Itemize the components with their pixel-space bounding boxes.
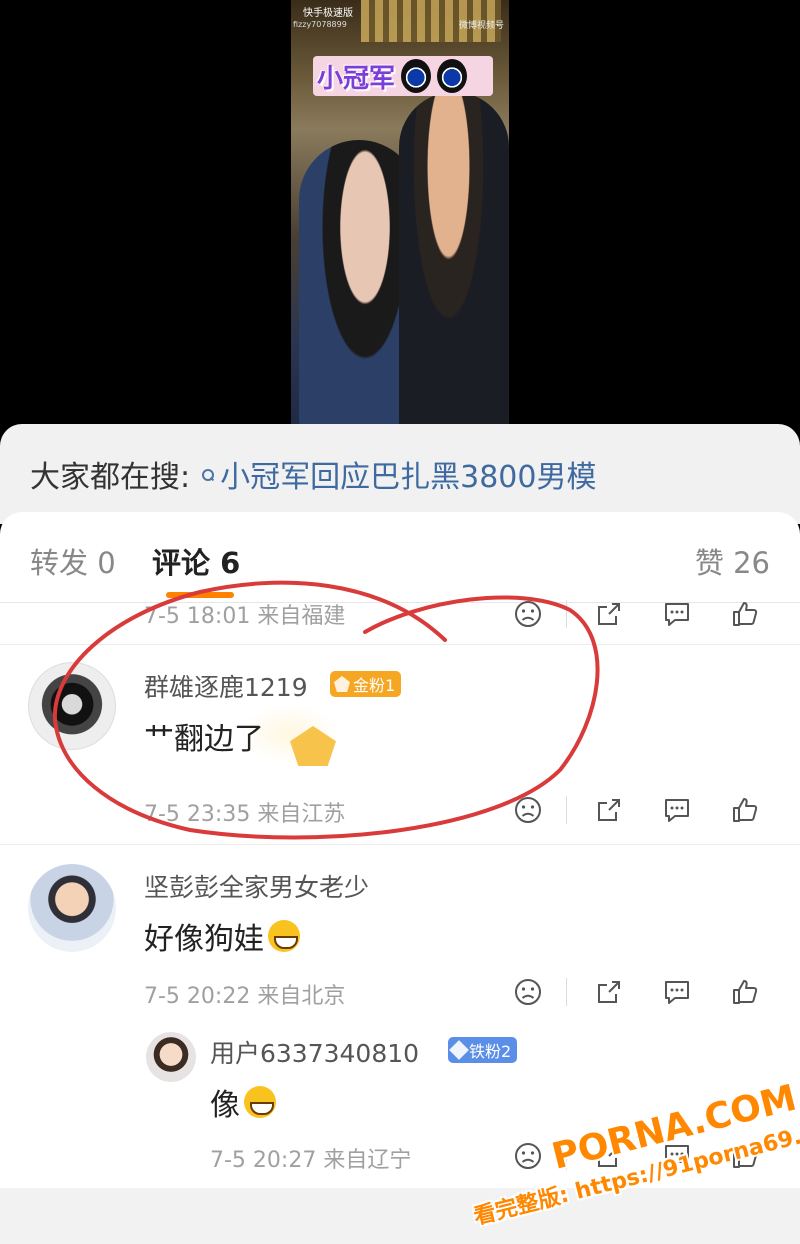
share-icon[interactable]	[591, 974, 627, 1010]
divider	[566, 978, 567, 1006]
like-icon[interactable]	[727, 974, 763, 1010]
comment-actions	[510, 596, 763, 632]
tab-repost[interactable]: 转发 0	[30, 540, 116, 582]
like-icon[interactable]	[727, 792, 763, 828]
comment-meta: 7-5 18:01 来自福建	[144, 604, 346, 629]
reply-icon[interactable]	[659, 974, 695, 1010]
video-banner: 小冠军	[313, 56, 493, 96]
tab-bar: 转发 0 评论 6 赞 26	[0, 512, 800, 602]
search-icon	[200, 459, 216, 489]
fan-badge[interactable]: 金粉1	[330, 671, 402, 697]
comment-username[interactable]: 坚彭彭全家男女老少	[144, 868, 369, 904]
comment-actions	[510, 974, 763, 1010]
video-platform-mark: 微博视频号	[459, 21, 505, 31]
comment-body: 好像狗娃	[144, 914, 300, 958]
search-query-link[interactable]: 小冠军回应巴扎黑3800男模	[220, 452, 596, 496]
comment-meta: 7-5 23:35 来自江苏	[144, 802, 346, 827]
tab-comment[interactable]: 评论 6	[152, 540, 240, 582]
dislike-icon[interactable]	[510, 974, 546, 1010]
bottom-bar	[0, 1188, 800, 1244]
reply-icon[interactable]	[659, 596, 695, 632]
tab-like[interactable]: 赞 26	[695, 540, 770, 582]
laugh-emoji-icon	[244, 1086, 276, 1118]
video-uid: fizzy7078899	[293, 20, 347, 29]
dislike-icon[interactable]	[510, 596, 546, 632]
comment-username[interactable]: 群雄逐鹿1219	[144, 668, 308, 704]
gold-badge-icon	[334, 676, 350, 692]
avatar[interactable]	[28, 662, 116, 750]
video-frame[interactable]: 快手极速版 fizzy7078899 微博视频号 小冠军	[291, 0, 509, 430]
avatar[interactable]	[146, 1032, 196, 1082]
trending-search-panel: 大家都在搜: 小冠军回应巴扎黑3800男模	[0, 424, 800, 524]
comment-meta: 7-5 20:27 来自辽宁	[210, 1148, 412, 1173]
fan-badge-label: 金粉1	[353, 676, 396, 695]
anime-eye-icon	[401, 59, 432, 93]
dislike-icon[interactable]	[510, 792, 546, 828]
fan-badge[interactable]: 铁粉2	[448, 1037, 518, 1063]
anime-eye-icon	[437, 59, 468, 93]
comment-body: 像	[210, 1080, 276, 1124]
comment-actions	[510, 792, 763, 828]
like-icon[interactable]	[727, 596, 763, 632]
grin-emoji-icon	[268, 920, 300, 952]
video-area[interactable]: 快手极速版 fizzy7078899 微博视频号 小冠军	[0, 0, 800, 440]
share-icon[interactable]	[591, 792, 627, 828]
comment-username[interactable]: 用户6337340810	[210, 1034, 419, 1070]
comment-text: 艹翻边了	[144, 722, 264, 757]
divider	[0, 644, 800, 645]
dislike-icon[interactable]	[510, 1138, 546, 1174]
comment-text: 像	[210, 1088, 240, 1123]
comment-text: 好像狗娃	[144, 922, 264, 957]
reply-icon[interactable]	[659, 792, 695, 828]
share-icon[interactable]	[591, 596, 627, 632]
divider	[566, 600, 567, 628]
video-app-label: 快手极速版	[303, 8, 353, 19]
fan-badge-label: 铁粉2	[469, 1042, 512, 1061]
search-prefix: 大家都在搜:	[30, 460, 191, 495]
divider	[0, 844, 800, 845]
avatar[interactable]	[28, 864, 116, 952]
video-banner-text: 小冠军	[317, 63, 396, 94]
iron-badge-icon	[449, 1040, 469, 1060]
comment-meta: 7-5 20:22 来自北京	[144, 984, 346, 1009]
trending-search-row[interactable]: 大家都在搜: 小冠军回应巴扎黑3800男模	[30, 452, 596, 496]
video-person-right	[399, 92, 509, 430]
divider	[566, 796, 567, 824]
